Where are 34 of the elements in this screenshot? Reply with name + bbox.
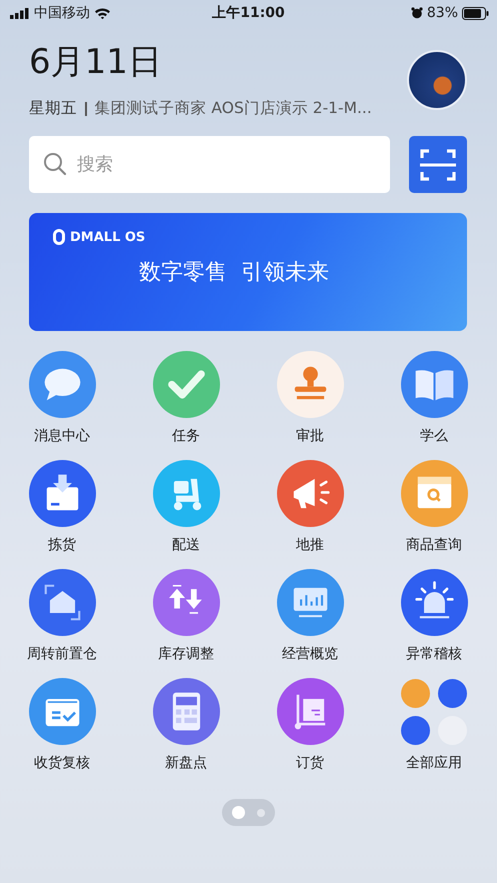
- app-shortcut[interactable]: 经营概览: [248, 569, 372, 663]
- brand-logo-text: DMALL OS: [70, 230, 146, 244]
- wifi-icon: [94, 7, 111, 19]
- app-shortcut[interactable]: 消息中心: [0, 351, 124, 445]
- search-field[interactable]: 搜索: [29, 136, 390, 193]
- banner-slogan: 数字零售 引领未来: [139, 259, 330, 287]
- battery-percent: 83%: [426, 5, 458, 21]
- app-shortcut[interactable]: 库存调整: [124, 569, 248, 663]
- app-shortcut[interactable]: 配送: [124, 460, 248, 554]
- app-shortcut[interactable]: 异常稽核: [372, 569, 496, 663]
- app-shortcut[interactable]: 订货: [248, 678, 372, 772]
- date-heading: 6月11日: [29, 42, 163, 82]
- battery-icon: [462, 6, 489, 20]
- app-shortcut[interactable]: 新盘点: [124, 678, 248, 772]
- app-shortcut[interactable]: 任务: [124, 351, 248, 445]
- app-shortcut[interactable]: 商品查询: [372, 460, 496, 554]
- app-shortcut[interactable]: 审批: [248, 351, 372, 445]
- promo-banner[interactable]: DMALL OS 数字零售 引领未来: [29, 213, 467, 331]
- app-shortcut[interactable]: 拣货: [0, 460, 124, 554]
- search-icon: [43, 152, 67, 176]
- scan-button[interactable]: [409, 136, 467, 193]
- signal-icon: [10, 8, 30, 18]
- clock-time: 上午11:00: [212, 4, 285, 22]
- app-shortcut[interactable]: 周转前置仓: [0, 569, 124, 663]
- store-name[interactable]: 集团测试子商家 AOS门店演示 2-1-M...: [94, 98, 372, 119]
- app-shortcut[interactable]: 收货复核: [0, 678, 124, 772]
- alarm-icon: [410, 7, 423, 19]
- weekday-label: 星期五: [29, 98, 77, 119]
- app-shortcut[interactable]: 学么: [372, 351, 496, 445]
- app-shortcut[interactable]: 全部应用: [372, 678, 496, 772]
- carrier-name: 中国移动: [34, 4, 90, 22]
- app-shortcut[interactable]: 地推: [248, 460, 372, 554]
- scan-icon: [420, 148, 456, 180]
- logo-icon: [53, 229, 65, 245]
